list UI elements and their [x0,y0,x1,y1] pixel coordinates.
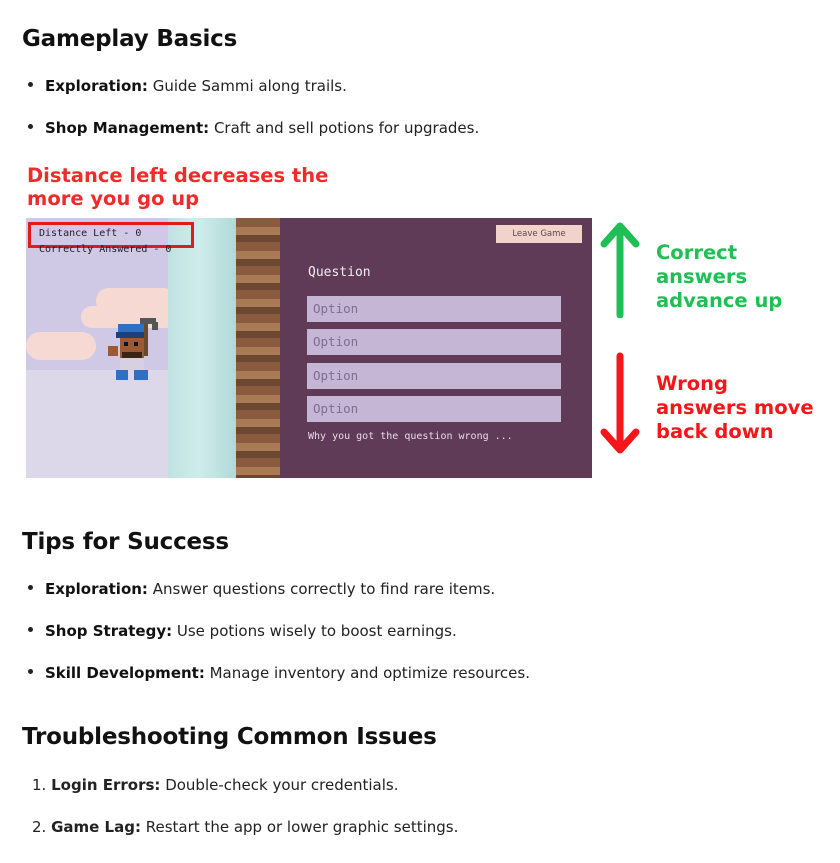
ice-wall [168,218,244,478]
bullet-icon [28,82,33,87]
bullet-icon [28,585,33,590]
distance-annotation: Distance left decreases the more you go … [27,164,329,210]
green-up-arrow-icon [600,222,640,318]
troubleshooting-heading: Troubleshooting Common Issues [22,724,437,750]
tips-heading: Tips for Success [22,529,229,555]
list-item: Shop Strategy: Use potions wisely to boo… [28,622,457,640]
option-button[interactable]: Option [307,396,561,422]
cloud [26,332,96,360]
explanation-text: Why you got the question wrong ... [308,431,513,442]
correct-answers-annotation: Correct answers advance up [656,241,783,312]
list-item: 2. Game Lag: Restart the app or lower gr… [32,818,459,836]
leave-game-button[interactable]: Leave Game [496,225,582,243]
option-button[interactable]: Option [307,296,561,322]
rock-wall [236,218,280,478]
bullet-icon [28,627,33,632]
list-item: Skill Development: Manage inventory and … [28,664,530,682]
list-item: Shop Management: Craft and sell potions … [28,119,479,137]
correctly-answered-label: Correctly Answered - 0 [39,244,172,255]
list-item: 1. Login Errors: Double-check your crede… [32,776,399,794]
red-down-arrow-icon [600,352,640,454]
question-label: Question [308,265,371,280]
list-item: Exploration: Guide Sammi along trails. [28,77,347,95]
gameplay-basics-heading: Gameplay Basics [22,26,238,52]
sky-haze [26,370,171,478]
bullet-icon [28,669,33,674]
wrong-answers-annotation: Wrong answers move back down [656,372,814,443]
option-button[interactable]: Option [307,329,561,355]
distance-left-label: Distance Left - 0 [39,228,142,239]
bullet-icon [28,124,33,129]
list-item: Exploration: Answer questions correctly … [28,580,495,598]
option-button[interactable]: Option [307,363,561,389]
sammi-character-icon [108,318,158,380]
game-screenshot: Distance Left - 0 Correctly Answered - 0… [26,218,592,478]
